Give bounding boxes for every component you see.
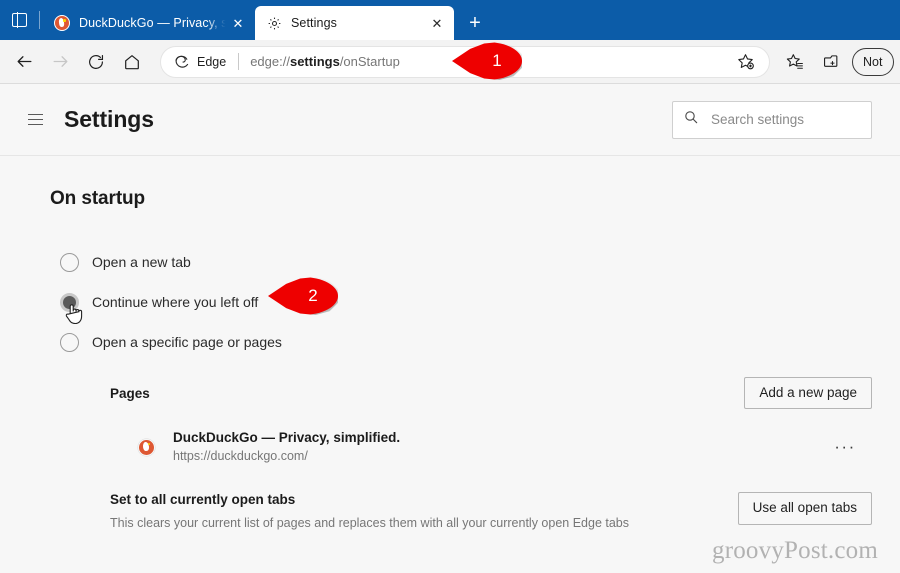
use-all-open-tabs-button[interactable]: Use all open tabs	[737, 492, 872, 525]
url-prefix: edge://	[250, 54, 290, 69]
hamburger-menu-icon[interactable]	[18, 103, 52, 137]
search-input[interactable]	[709, 111, 861, 128]
add-new-page-button[interactable]: Add a new page	[744, 376, 872, 410]
radio-label: Open a specific page or pages	[92, 334, 282, 350]
edge-chip-label: Edge	[197, 54, 227, 69]
forward-button	[42, 46, 78, 78]
url-emphasis: settings	[289, 54, 340, 69]
page-url-text: https://duckduckgo.com/	[173, 449, 308, 464]
browser-tab-settings[interactable]: Settings ✕	[255, 6, 454, 40]
tabstrip-divider	[39, 11, 40, 29]
tab-title: DuckDuckGo — Privacy, simplified.	[79, 16, 227, 30]
url-suffix: /onStartup	[339, 54, 400, 69]
browser-tab-strip: DuckDuckGo — Privacy, simplified. ✕ Sett…	[0, 0, 900, 40]
section-title: On startup	[50, 188, 146, 209]
vertical-tabs-toggle-button[interactable]	[0, 0, 38, 40]
favorites-list-icon[interactable]	[776, 46, 812, 78]
tab-title: Settings	[291, 16, 337, 30]
pages-section: Pages Add a new page DuckDuckGo — Privac…	[50, 376, 872, 468]
page-title-text: DuckDuckGo — Privacy, simplified.	[173, 429, 401, 445]
radio-option-open-new-tab[interactable]: Open a new tab	[50, 242, 872, 282]
more-options-icon[interactable]: ···	[830, 432, 860, 462]
radio-option-open-specific-pages[interactable]: Open a specific page or pages	[50, 322, 872, 362]
page-text: DuckDuckGo — Privacy, simplified. https:…	[173, 428, 830, 466]
open-tabs-title: Set to all currently open tabs	[110, 492, 296, 507]
omnibox-trailing-actions	[727, 46, 763, 78]
omnibox-divider	[238, 53, 240, 70]
pages-label: Pages	[110, 385, 150, 401]
gear-icon	[266, 15, 282, 31]
refresh-button[interactable]	[78, 46, 114, 78]
edge-brand-chip: Edge	[173, 53, 226, 70]
radio-label: Continue where you left off	[92, 294, 259, 310]
close-icon[interactable]: ✕	[426, 12, 448, 34]
collections-icon[interactable]	[812, 46, 848, 78]
settings-content: On startup Open a new tab Continue where…	[0, 156, 900, 573]
radio-label: Open a new tab	[92, 254, 191, 270]
vertical-tabs-icon	[11, 12, 27, 28]
radio-button[interactable]	[60, 252, 79, 272]
radio-button[interactable]	[60, 332, 79, 352]
list-item[interactable]: DuckDuckGo — Privacy, simplified. https:…	[110, 426, 872, 468]
browser-tab-duckduckgo[interactable]: DuckDuckGo — Privacy, simplified. ✕	[43, 6, 255, 40]
settings-search-box[interactable]	[672, 100, 872, 139]
open-tabs-section: Set to all currently open tabs This clea…	[50, 492, 872, 533]
radio-option-continue-where-left-off[interactable]: Continue where you left off	[50, 282, 872, 325]
address-bar[interactable]: Edge edge://settings/onStartup	[160, 45, 770, 78]
new-tab-button[interactable]: +	[458, 6, 492, 40]
page-title: Settings	[64, 106, 154, 132]
duckduckgo-icon	[54, 15, 70, 31]
pages-header-row: Pages Add a new page	[110, 376, 872, 410]
settings-page-header: Settings	[0, 84, 900, 156]
close-icon[interactable]: ✕	[227, 12, 249, 34]
address-bar-url: edge://settings/onStartup	[250, 54, 727, 69]
home-button[interactable]	[114, 46, 150, 78]
browser-toolbar: Edge edge://settings/onStartup Not	[0, 40, 900, 84]
open-tabs-text: Set to all currently open tabs This clea…	[110, 492, 738, 533]
open-tabs-description: This clears your current list of pages a…	[110, 516, 630, 530]
radio-button[interactable]	[60, 292, 79, 312]
add-favorite-star-icon[interactable]	[727, 46, 763, 78]
watermark: groovyPost.com	[712, 537, 878, 564]
profile-button[interactable]: Not	[852, 47, 894, 76]
back-button[interactable]	[6, 46, 42, 78]
search-icon	[683, 109, 699, 130]
duckduckgo-icon	[138, 438, 155, 456]
